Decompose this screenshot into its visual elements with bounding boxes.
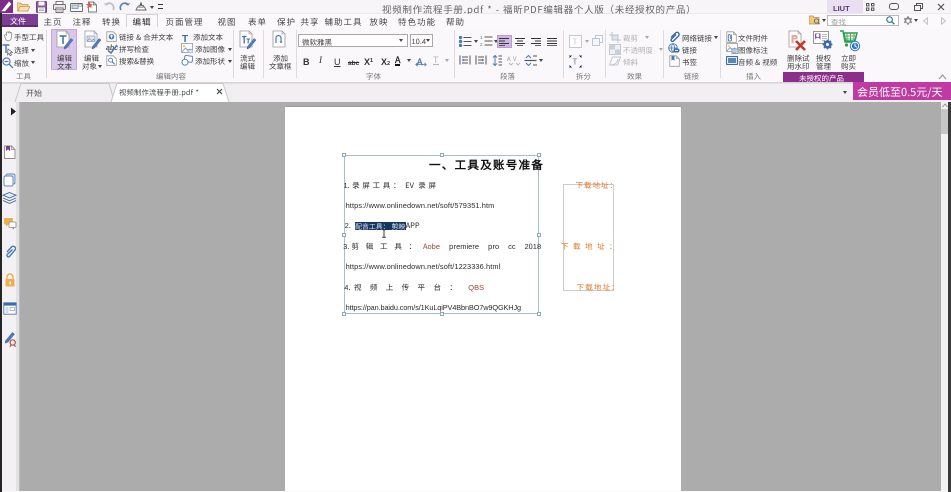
svg-text:T: T [573, 37, 578, 48]
svg-text:V: V [512, 55, 517, 63]
svg-text:2: 2 [480, 42, 483, 47]
svg-text:1: 1 [480, 35, 483, 40]
svg-text:T: T [573, 56, 578, 67]
svg-text:A: A [507, 55, 511, 63]
